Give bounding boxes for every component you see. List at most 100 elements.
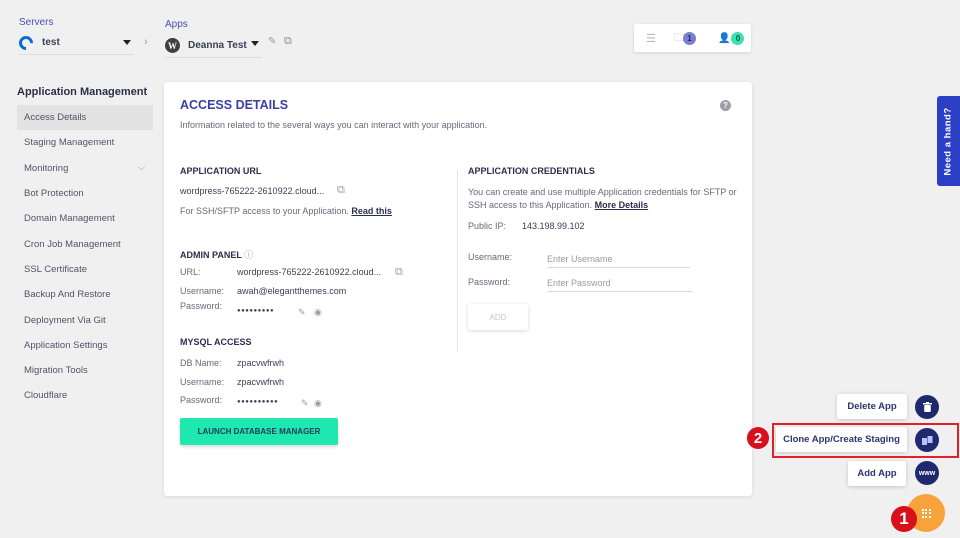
- sidebar-item-label: Application Settings: [24, 339, 108, 351]
- sidebar-item-label: Bot Protection: [24, 188, 84, 200]
- cred-username-label: Username:: [468, 252, 513, 262]
- sidebar-item-ssl-certificate[interactable]: SSL Certificate: [17, 257, 153, 282]
- admin-panel-heading-text: ADMIN PANEL: [180, 250, 242, 260]
- sidebar-item-label: Backup And Restore: [24, 289, 111, 301]
- show-db-password-icon[interactable]: ◉: [314, 398, 322, 409]
- db-password-mask: ●●●●●●●●●●: [237, 399, 279, 405]
- sidebar-item-domain-management[interactable]: Domain Management: [17, 206, 153, 231]
- wordpress-icon: W: [165, 38, 180, 53]
- admin-panel-heading: ADMIN PANEL ⓘ: [180, 248, 253, 261]
- step-2-badge: 2: [747, 427, 769, 449]
- sidebar-item-label: Domain Management: [24, 213, 115, 225]
- sidebar-item-label: Cloudflare: [24, 390, 68, 402]
- cred-username-input[interactable]: [547, 250, 690, 268]
- more-details-link[interactable]: More Details: [595, 200, 649, 210]
- public-ip-label: Public IP:: [468, 221, 507, 231]
- sidebar-item-bot-protection[interactable]: Bot Protection: [17, 181, 153, 206]
- projects-count-badge: 1: [683, 31, 696, 45]
- add-app-button[interactable]: Add App: [848, 461, 906, 486]
- help-icon[interactable]: ?: [720, 100, 731, 111]
- clone-icon[interactable]: [915, 428, 939, 452]
- list-icon[interactable]: ☰: [646, 32, 656, 45]
- www-icon-text: www: [918, 469, 936, 477]
- sidebar-item-label: Deployment Via Git: [24, 314, 106, 326]
- admin-password-mask: ●●●●●●●●●: [237, 308, 275, 314]
- user-icon: 👤: [718, 32, 731, 44]
- edit-password-icon[interactable]: ✎: [298, 307, 306, 318]
- edit-db-password-icon[interactable]: ✎: [301, 398, 309, 409]
- servers-selector[interactable]: Servers test: [16, 17, 134, 55]
- sidebar-item-backup-and-restore[interactable]: Backup And Restore: [17, 282, 153, 307]
- column-divider: [457, 170, 458, 352]
- sidebar-item-cron-job-management[interactable]: Cron Job Management: [17, 231, 153, 256]
- projects-counter[interactable]: 🗀 1: [674, 29, 696, 48]
- chevron-down-icon[interactable]: [123, 40, 131, 45]
- application-url-link[interactable]: wordpress-765222-2610922.cloud...: [180, 186, 324, 196]
- cred-password-label: Password:: [468, 277, 511, 287]
- grid-icon: [921, 508, 931, 518]
- sidebar-item-label: Migration Tools: [24, 365, 88, 377]
- sidebar-item-label: Access Details: [24, 112, 87, 124]
- www-icon[interactable]: www: [915, 461, 939, 485]
- info-icon[interactable]: ⓘ: [244, 250, 253, 260]
- external-link-icon[interactable]: ⧉: [284, 35, 292, 48]
- db-password-label: Password:: [180, 395, 223, 405]
- top-bar: Servers test › Apps W Deanna Test ✎ ⧉ ☰ …: [0, 0, 960, 70]
- app-credentials-heading: APPLICATION CREDENTIALS: [468, 166, 595, 176]
- access-details-card: ACCESS DETAILS Information related to th…: [164, 82, 752, 496]
- team-count-badge: 0: [731, 31, 745, 45]
- admin-password-label: Password:: [180, 301, 223, 311]
- sidebar-item-migration-tools[interactable]: Migration Tools: [17, 358, 153, 383]
- sidebar-item-deployment-via-git[interactable]: Deployment Via Git: [17, 307, 153, 332]
- breadcrumb-separator-icon: ›: [144, 36, 148, 48]
- sidebar: Application Management Access Details St…: [17, 86, 153, 409]
- need-a-hand-label: Need a hand?: [943, 106, 955, 176]
- step-1-badge: 1: [891, 506, 917, 532]
- trash-icon[interactable]: [915, 395, 939, 419]
- sidebar-item-label: Cron Job Management: [24, 238, 121, 250]
- sidebar-item-access-details[interactable]: Access Details: [17, 105, 153, 131]
- need-a-hand-tab[interactable]: Need a hand?: [937, 96, 960, 186]
- page-title: ACCESS DETAILS: [180, 98, 289, 112]
- page-subtitle: Information related to the several ways …: [180, 120, 488, 130]
- application-url-heading: APPLICATION URL: [180, 166, 262, 176]
- admin-username-value: awah@elegantthemes.com: [237, 286, 347, 296]
- admin-url-label: URL:: [180, 267, 201, 277]
- read-this-link[interactable]: Read this: [351, 206, 392, 216]
- digitalocean-icon: [16, 32, 36, 53]
- chevron-down-icon[interactable]: [251, 41, 259, 46]
- servers-label: Servers: [19, 17, 54, 28]
- sidebar-item-monitoring[interactable]: Monitoring ⌵: [17, 156, 153, 181]
- sidebar-title: Application Management: [17, 86, 148, 98]
- mysql-access-heading: MYSQL ACCESS: [180, 337, 252, 347]
- server-name: test: [42, 37, 60, 48]
- sidebar-item-label: SSL Certificate: [24, 263, 88, 275]
- db-username-value: zpacvwfrwh: [237, 377, 285, 387]
- admin-url-link[interactable]: wordpress-765222-2610922.cloud...: [237, 267, 381, 277]
- db-name-label: DB Name:: [180, 358, 222, 368]
- external-link-icon[interactable]: ⧉: [395, 266, 403, 279]
- db-username-label: Username:: [180, 377, 225, 387]
- sidebar-item-label: Staging Management: [24, 137, 115, 149]
- edit-app-name-icon[interactable]: ✎: [268, 36, 276, 47]
- admin-username-label: Username:: [180, 286, 225, 296]
- chevron-down-icon: ⌵: [138, 161, 145, 172]
- add-credentials-button[interactable]: ADD: [468, 304, 528, 330]
- show-password-icon[interactable]: ◉: [314, 307, 322, 318]
- sidebar-item-cloudflare[interactable]: Cloudflare: [17, 383, 153, 408]
- launch-database-manager-button[interactable]: LAUNCH DATABASE MANAGER: [180, 418, 338, 445]
- db-name-value: zpacvwfrwh: [237, 358, 285, 368]
- sidebar-item-label: Monitoring: [24, 162, 69, 174]
- apps-selector[interactable]: Apps W Deanna Test: [165, 19, 262, 58]
- delete-app-button[interactable]: Delete App: [837, 394, 907, 419]
- clone-app-create-staging-button[interactable]: Clone App/Create Staging: [776, 427, 907, 452]
- external-link-icon[interactable]: ⧉: [337, 184, 345, 197]
- app-name: Deanna Test: [188, 40, 247, 51]
- team-counter[interactable]: 👤 0: [718, 31, 745, 45]
- ssh-note-text: For SSH/SFTP access to your Application.: [180, 206, 349, 216]
- sidebar-item-staging-management[interactable]: Staging Management: [17, 130, 153, 155]
- public-ip-value: 143.198.99.102: [522, 221, 585, 231]
- apps-label: Apps: [165, 19, 188, 30]
- sidebar-item-application-settings[interactable]: Application Settings: [17, 333, 153, 358]
- cred-password-input[interactable]: [547, 274, 693, 292]
